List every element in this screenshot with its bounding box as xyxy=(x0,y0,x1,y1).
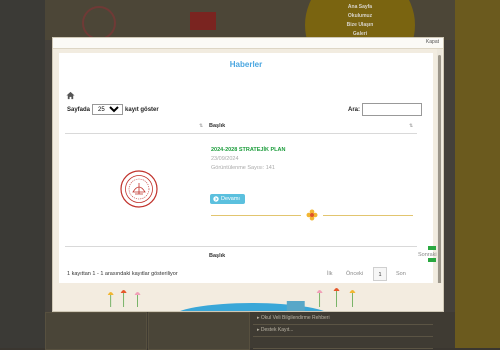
page-length-control: Sayfada 25 kayıt göster xyxy=(67,104,159,115)
search-control: Ara: xyxy=(348,103,423,116)
sort-icon[interactable]: ⇅ xyxy=(409,123,413,129)
background-right-band xyxy=(455,0,500,348)
pagination-last-link[interactable]: Son xyxy=(396,267,406,281)
background-flag xyxy=(190,12,216,30)
column-header-title[interactable]: Başlık xyxy=(209,123,225,129)
read-more-button[interactable]: Devamı xyxy=(210,194,245,204)
nav-item-home[interactable]: Ana Sayfa xyxy=(330,3,390,12)
search-label: Ara: xyxy=(348,106,361,113)
modal-scrollbar[interactable] xyxy=(437,49,442,309)
nav-item-contact[interactable]: Bize Ulaşın xyxy=(330,21,390,30)
background-card xyxy=(45,312,147,350)
background-link-item[interactable] xyxy=(253,337,433,349)
news-divider-left xyxy=(211,215,301,216)
side-green-button[interactable] xyxy=(428,258,436,262)
news-title-link[interactable]: 2024-2028 STRATEJİK PLAN xyxy=(211,147,285,153)
column-footer-title: Başlık xyxy=(209,253,226,259)
page-title: Haberler xyxy=(229,60,263,69)
read-more-label: Devamı xyxy=(221,196,240,202)
close-button[interactable]: Kapat xyxy=(426,39,439,45)
pagination-current-page[interactable]: 1 xyxy=(373,267,387,281)
news-date: 23/09/2024 xyxy=(211,156,239,162)
decorative-bottom-strip xyxy=(53,283,443,311)
search-input[interactable] xyxy=(362,103,423,116)
background-link-item[interactable]: ▸ Okul Veli Bilgilendirme Rehberi xyxy=(253,313,433,325)
news-view-count: Görüntülenme Sayısı: 141 xyxy=(211,165,275,171)
sort-icon[interactable]: ⇅ xyxy=(199,123,203,129)
ministry-logo-icon xyxy=(120,170,158,208)
page-length-select[interactable]: 25 xyxy=(92,104,124,115)
table-info-text: 1 kayıttan 1 - 1 arasındaki kayıtlar gös… xyxy=(67,271,178,277)
home-icon[interactable] xyxy=(66,91,75,100)
flower-divider-icon xyxy=(306,209,318,221)
news-divider-right xyxy=(323,215,413,216)
side-green-button[interactable] xyxy=(428,246,436,250)
pagination-prev-link[interactable]: Önceki xyxy=(346,267,363,281)
scrollbar-thumb[interactable] xyxy=(438,55,441,295)
background-link-list: ▸ Okul Veli Bilgilendirme Rehberi ▸ Dest… xyxy=(253,313,433,349)
nav-item-school[interactable]: Okulumuz xyxy=(330,12,390,21)
background-nav: Ana Sayfa Okulumuz Bize Ulaşın Galeri xyxy=(330,3,390,39)
background-left-band xyxy=(0,0,45,348)
footer-divider xyxy=(65,246,417,247)
modal-top-bar: Kapat xyxy=(53,38,443,49)
pagination-first-link[interactable]: İlk xyxy=(327,267,333,281)
news-modal: Kapat Haberler Sayfada 25 kayıt göster A… xyxy=(52,37,444,312)
background-school-logo xyxy=(82,6,116,40)
length-prefix-label: Sayfada xyxy=(67,106,91,113)
news-panel: Haberler Sayfada 25 kayıt göster Ara: Ba… xyxy=(59,53,437,283)
length-suffix-label: kayıt göster xyxy=(125,106,159,113)
header-divider xyxy=(65,133,417,134)
background-card xyxy=(148,312,250,350)
background-link-item[interactable]: ▸ Destek Kayıt... xyxy=(253,325,433,337)
arrow-circle-icon xyxy=(213,196,219,202)
